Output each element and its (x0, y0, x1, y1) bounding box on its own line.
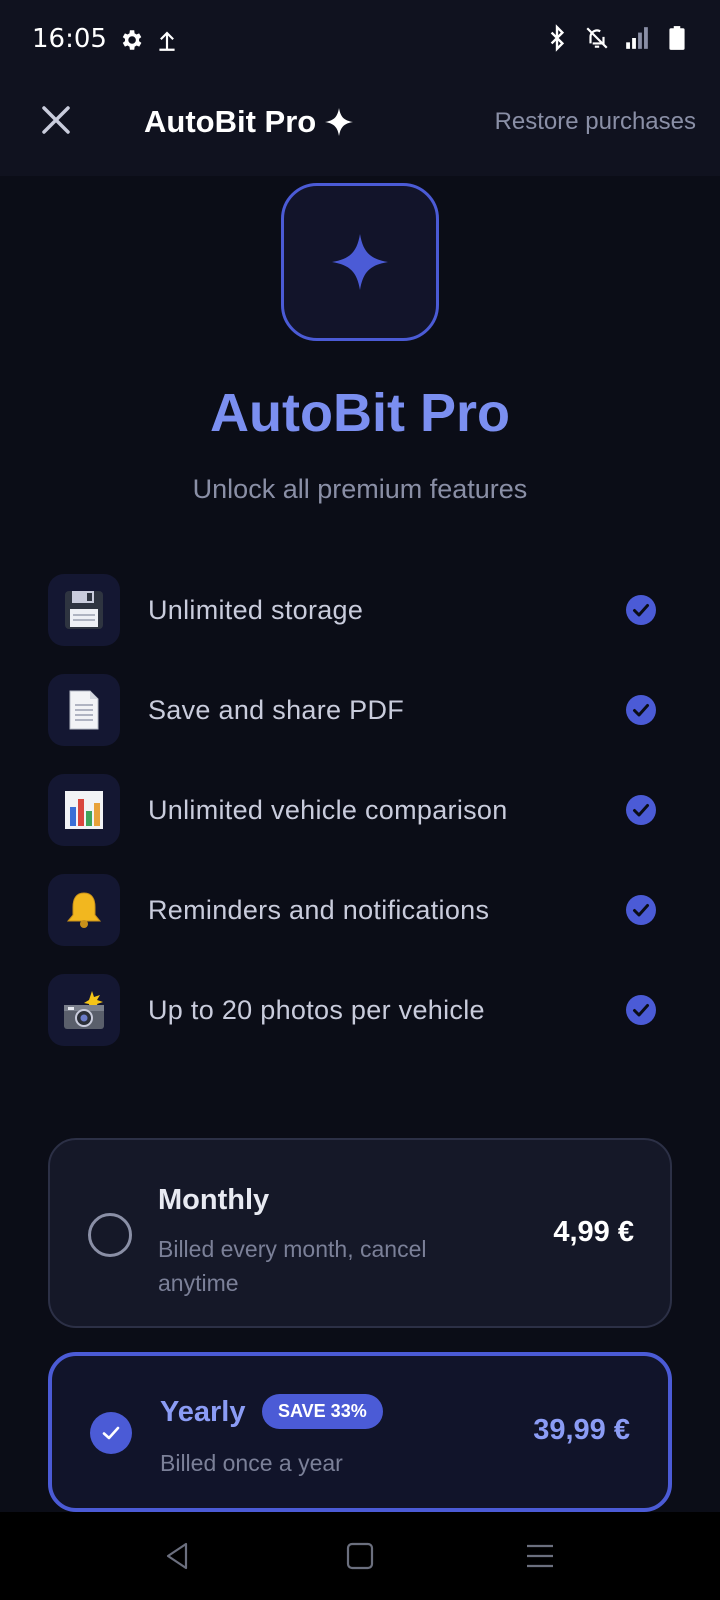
menu-icon[interactable] (523, 1540, 557, 1572)
feature-list: Unlimited storage Save and share PDF Unl… (48, 574, 672, 1074)
check-icon (102, 1426, 120, 1440)
plan-yearly-description: Billed once a year (160, 1450, 343, 1476)
feature-label: Unlimited vehicle comparison (148, 794, 508, 825)
save-badge: SAVE 33% (262, 1394, 383, 1429)
floppy-disk-icon (48, 574, 120, 646)
check-circle-icon (626, 895, 656, 925)
camera-flash-icon (48, 974, 120, 1046)
close-icon[interactable] (36, 100, 76, 140)
sparkle-icon (332, 234, 388, 290)
document-icon (48, 674, 120, 746)
home-icon[interactable] (343, 1540, 377, 1572)
upload-icon (159, 31, 175, 51)
plan-monthly-price: 4,99 € (553, 1216, 634, 1248)
app-title: AutoBit Pro (144, 104, 354, 140)
feature-label: Save and share PDF (148, 694, 405, 725)
back-icon[interactable] (160, 1540, 194, 1572)
hero-title: AutoBit Pro (210, 383, 510, 443)
system-nav-bar (0, 1512, 720, 1600)
plan-monthly-description: Billed every month, cancel anytime (158, 1236, 427, 1296)
bluetooth-icon (550, 24, 565, 52)
feature-item: Save and share PDF (48, 674, 672, 746)
restore-purchases-button[interactable]: Restore purchases (495, 108, 696, 136)
app-title-text: AutoBit Pro (144, 104, 317, 139)
feature-item: Unlimited vehicle comparison (48, 774, 672, 846)
gear-icon (122, 30, 142, 50)
feature-label: Unlimited storage (148, 594, 364, 625)
feature-item: Up to 20 photos per vehicle (48, 974, 672, 1046)
plan-monthly-radio[interactable] (88, 1213, 132, 1257)
status-time: 16:05 (32, 24, 107, 54)
status-icons-right (544, 24, 690, 52)
bell-icon (48, 874, 120, 946)
check-circle-icon (626, 595, 656, 625)
status-icons-left (118, 26, 180, 54)
plan-yearly-card[interactable]: Yearly SAVE 33% Billed once a year 39,99… (48, 1352, 672, 1512)
bar-chart-icon (48, 774, 120, 846)
check-circle-icon (626, 995, 656, 1025)
sparkle-icon (325, 108, 354, 136)
plan-yearly-name: Yearly (160, 1396, 246, 1428)
signal-icon (626, 27, 648, 49)
status-bar: 16:05 (0, 0, 720, 82)
plan-yearly-price: 39,99 € (533, 1414, 630, 1446)
check-circle-icon (626, 795, 656, 825)
hero-subtitle: Unlock all premium features (192, 474, 528, 504)
feature-label: Reminders and notifications (148, 894, 490, 925)
feature-item: Unlimited storage (48, 574, 672, 646)
plan-yearly-radio[interactable] (90, 1412, 132, 1454)
app-bar: AutoBit Pro Restore purchases (0, 82, 720, 176)
battery-icon (669, 26, 685, 50)
plan-monthly-card[interactable]: Monthly Billed every month, cancel anyti… (48, 1138, 672, 1328)
hero-icon-box (281, 183, 439, 341)
notifications-off-icon (586, 27, 608, 49)
feature-item: Reminders and notifications (48, 874, 672, 946)
plan-monthly-name: Monthly (158, 1184, 270, 1216)
check-circle-icon (626, 695, 656, 725)
feature-label: Up to 20 photos per vehicle (148, 994, 485, 1025)
